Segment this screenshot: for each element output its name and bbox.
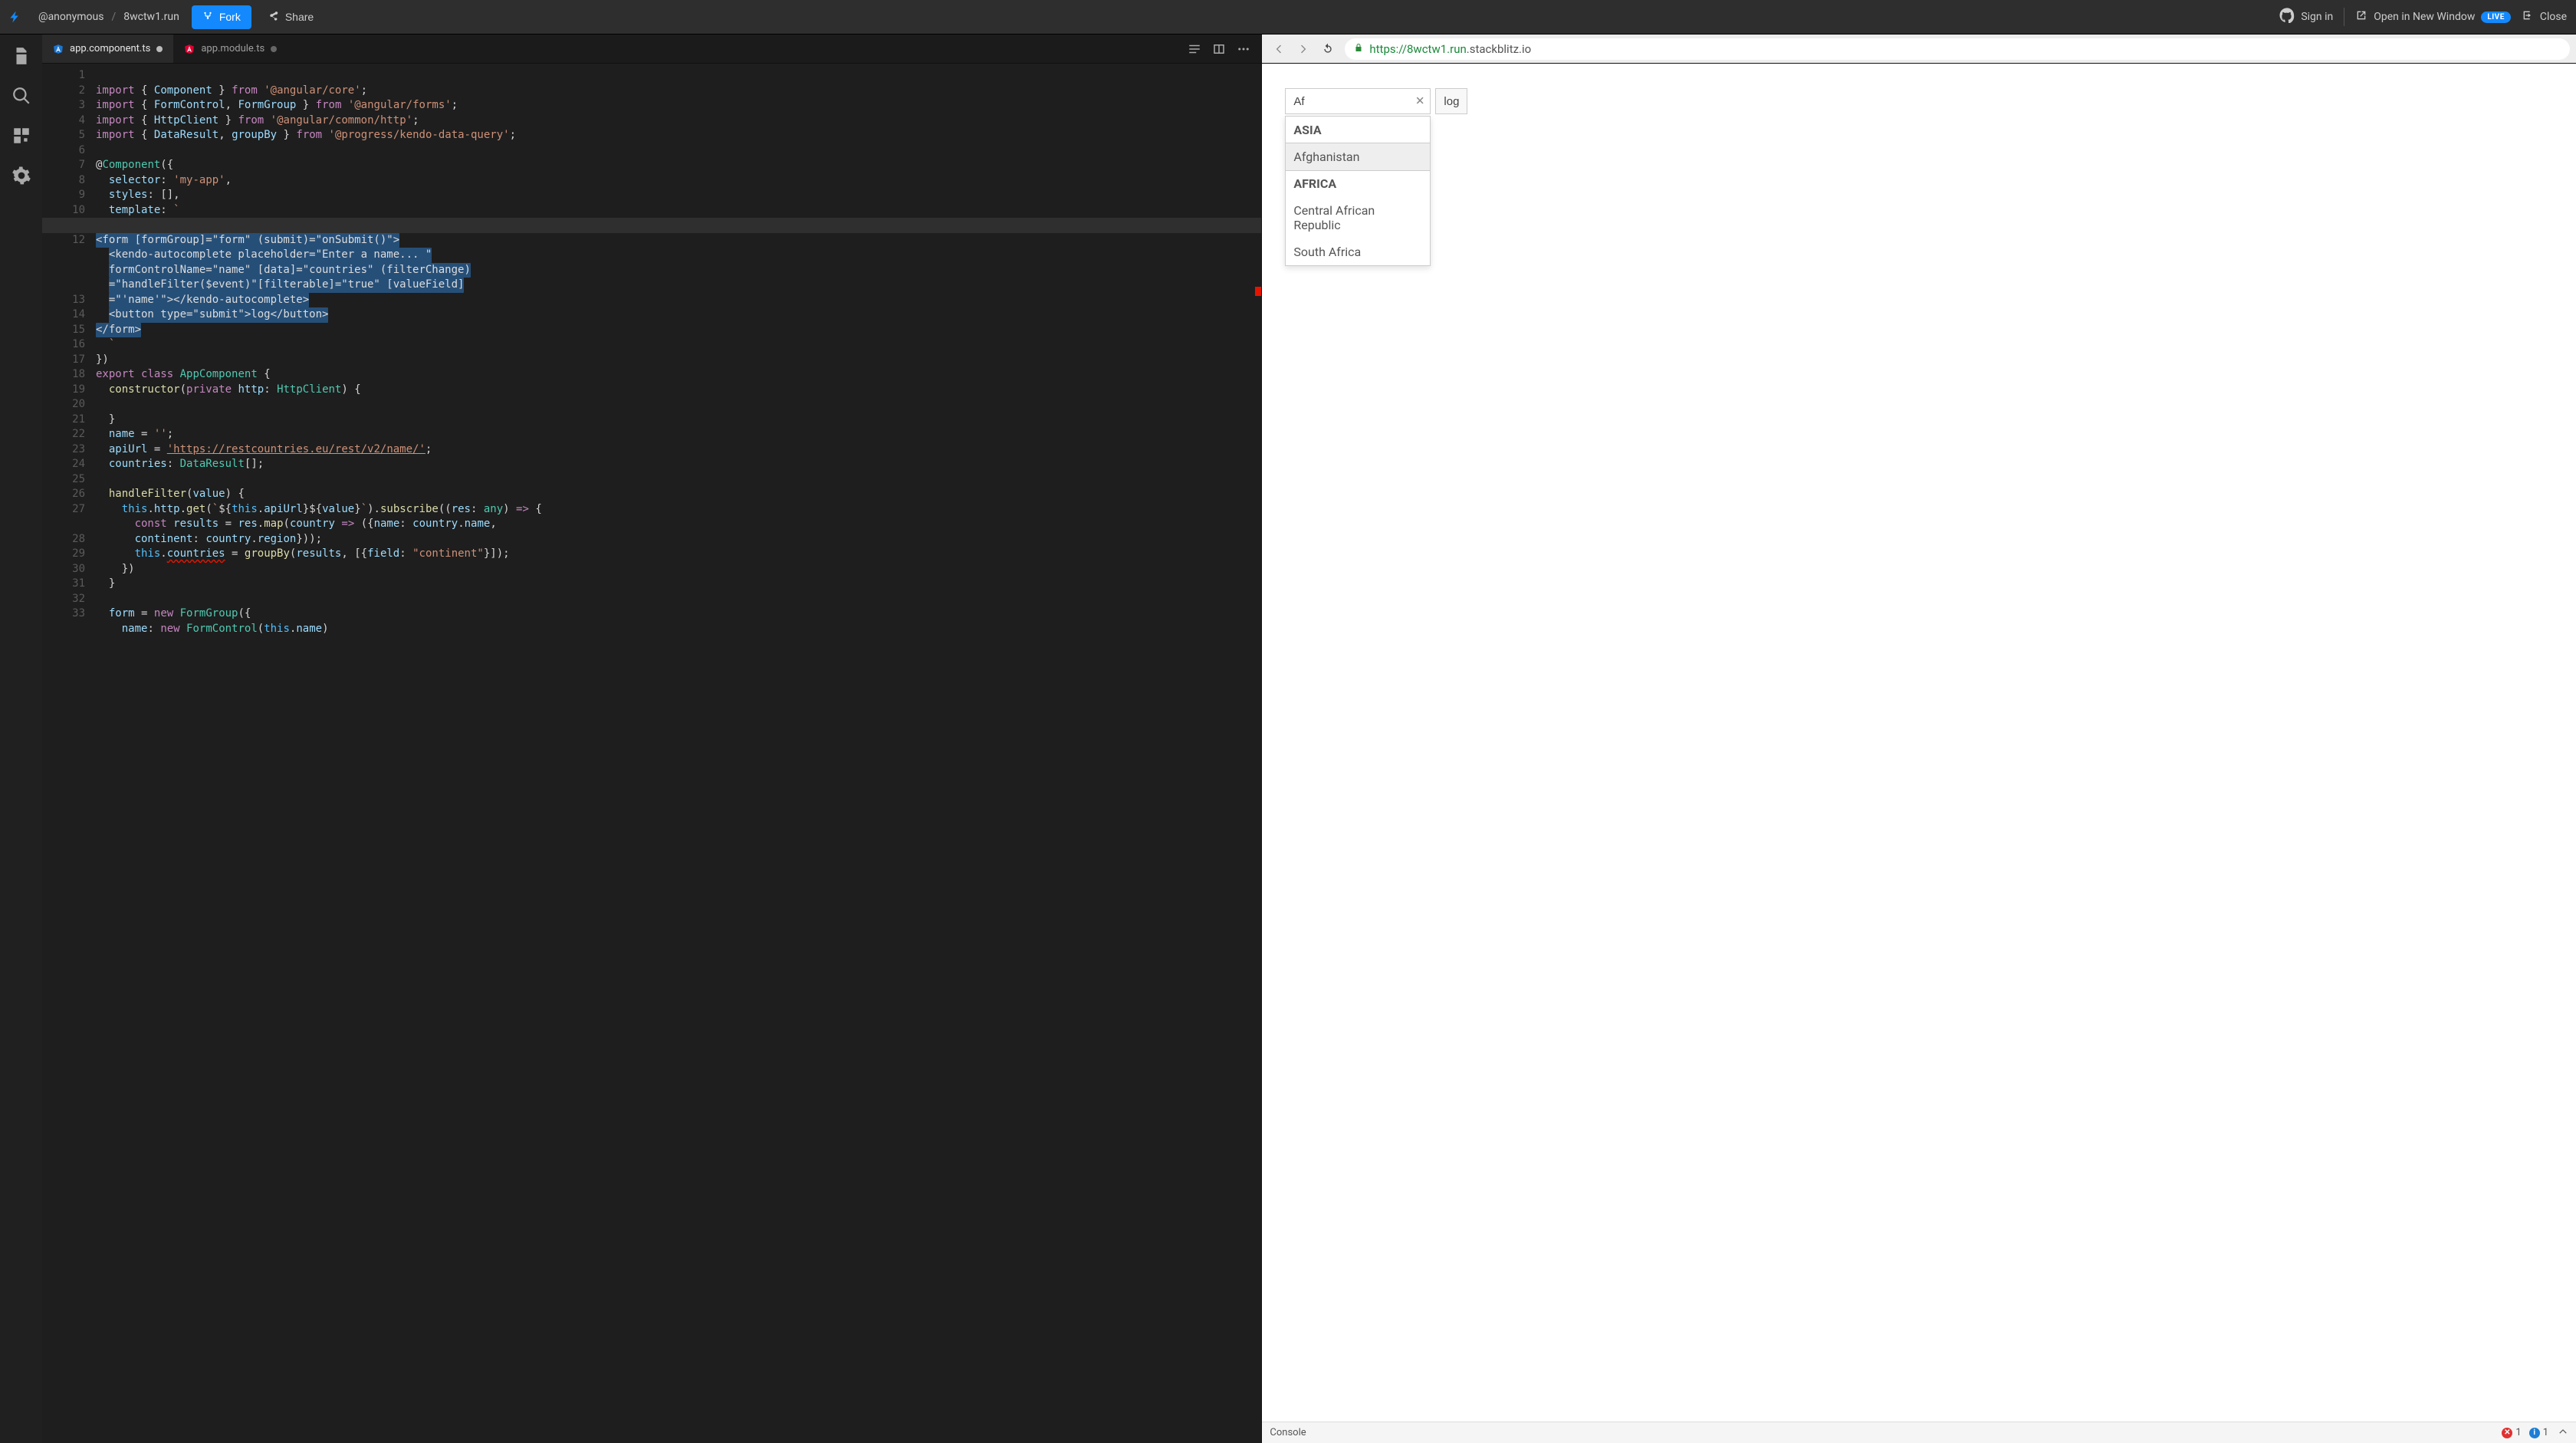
preview-forward-button[interactable] [1293, 38, 1314, 60]
fork-label: Fork [219, 11, 241, 23]
info-icon: i [2529, 1428, 2540, 1438]
editor-tab-bar: app.component.ts app.module.ts [42, 35, 1261, 64]
share-label: Share [285, 11, 314, 23]
autocomplete-input[interactable] [1285, 88, 1431, 114]
lock-icon [1354, 43, 1363, 55]
breadcrumb-separator: / [111, 11, 116, 23]
tab-app-module[interactable]: app.module.ts [173, 35, 288, 63]
editor-tab-actions [1188, 35, 1261, 63]
close-button[interactable]: Close [2522, 9, 2567, 25]
log-button[interactable]: log [1435, 88, 1467, 114]
error-icon: ✕ [2502, 1428, 2512, 1438]
open-window-icon [2355, 9, 2367, 25]
preview-form: ✕ log [1285, 88, 1467, 114]
errors-badge[interactable]: ✕ 1 [2502, 1427, 2521, 1438]
clear-icon[interactable]: ✕ [1415, 96, 1425, 107]
expand-console-icon[interactable] [2558, 1426, 2568, 1440]
files-icon[interactable] [11, 45, 32, 67]
tab-label: app.module.ts [201, 43, 264, 54]
preview-url-text: https://8wctw1.run.stackblitz.io [1369, 41, 1531, 56]
code-content[interactable]: import { Component } from '@angular/core… [96, 64, 1261, 1443]
preview-iframe-body[interactable]: ✕ log ASIA Afghanistan AFRICA Central Af… [1262, 64, 2576, 1422]
header-left: @anonymous / 8wctw1.run Fork Share [0, 5, 323, 29]
preview-back-button[interactable] [1268, 38, 1290, 60]
open-new-window-label: Open in New Window [2374, 11, 2475, 23]
open-new-window-button[interactable]: Open in New Window LIVE [2355, 9, 2511, 25]
ports-icon[interactable] [11, 125, 32, 146]
dropdown-group-asia: ASIA [1286, 117, 1430, 143]
close-label: Close [2540, 11, 2567, 23]
dropdown-item-afghanistan[interactable]: Afghanistan [1285, 143, 1431, 171]
angular-module-icon [184, 44, 195, 54]
signin-label: Sign in [2301, 11, 2333, 23]
angular-component-icon [53, 44, 64, 54]
editor-area: app.component.ts app.module.ts 1234567 [42, 35, 1262, 1443]
infos-count: 1 [2543, 1427, 2548, 1438]
fork-icon [202, 11, 213, 24]
live-badge: LIVE [2481, 12, 2511, 23]
github-icon [2279, 8, 2295, 26]
tab-app-component[interactable]: app.component.ts [42, 35, 173, 63]
console-label: Console [1270, 1427, 1306, 1438]
breadcrumb: @anonymous / 8wctw1.run [38, 11, 179, 23]
autocomplete-wrapper: ✕ [1285, 88, 1431, 114]
dropdown-group-africa: AFRICA [1286, 170, 1430, 197]
tab-label: app.component.ts [70, 43, 150, 54]
errors-count: 1 [2515, 1427, 2521, 1438]
editor-gutter: 123456789101112 131415161718192021222324… [42, 64, 96, 1443]
fork-button[interactable]: Fork [192, 5, 251, 29]
breadcrumb-project[interactable]: 8wctw1.run [123, 11, 179, 23]
preview-toolbar: https://8wctw1.run.stackblitz.io [1262, 35, 2576, 64]
preview-url-bar[interactable]: https://8wctw1.run.stackblitz.io [1345, 38, 2570, 60]
activity-bar [0, 35, 42, 1443]
word-wrap-icon[interactable] [1188, 42, 1201, 56]
breadcrumb-user[interactable]: @anonymous [38, 11, 104, 23]
stackblitz-logo-icon[interactable] [0, 7, 31, 27]
settings-icon[interactable] [11, 165, 32, 186]
infos-badge[interactable]: i 1 [2529, 1427, 2548, 1438]
code-editor[interactable]: 123456789101112 131415161718192021222324… [42, 64, 1261, 1443]
search-icon[interactable] [11, 85, 32, 107]
preview-panel: https://8wctw1.run.stackblitz.io ✕ log A… [1262, 35, 2576, 1443]
main-area: app.component.ts app.module.ts 1234567 [0, 35, 2576, 1443]
app-header: @anonymous / 8wctw1.run Fork Share Sign … [0, 0, 2576, 35]
signin-button[interactable]: Sign in [2279, 8, 2333, 26]
dropdown-item-south-africa[interactable]: South Africa [1286, 238, 1430, 265]
autocomplete-dropdown: ASIA Afghanistan AFRICA Central African … [1285, 116, 1431, 266]
share-button[interactable]: Share [259, 5, 323, 29]
dirty-dot-icon [156, 46, 163, 52]
preview-reload-button[interactable] [1317, 38, 1339, 60]
dirty-dot-icon [271, 46, 277, 52]
share-icon [268, 11, 279, 24]
more-actions-icon[interactable] [1237, 42, 1250, 56]
header-right: Sign in Open in New Window LIVE Close [2279, 8, 2567, 26]
preview-console-bar[interactable]: Console ✕ 1 i 1 [1262, 1422, 2576, 1443]
close-icon [2522, 9, 2534, 25]
split-editor-icon[interactable] [1212, 42, 1226, 56]
dropdown-item-car[interactable]: Central African Republic [1286, 197, 1430, 238]
